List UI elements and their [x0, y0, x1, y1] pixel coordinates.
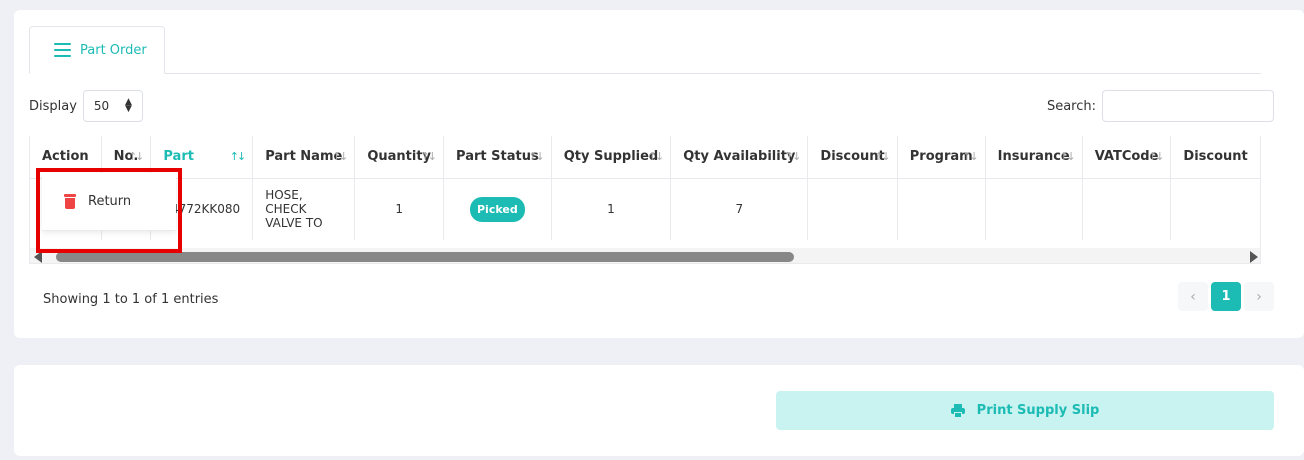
cell-qty-availability: 7 [670, 178, 809, 240]
highlight-box [36, 168, 182, 253]
search-label: Search: [1046, 98, 1096, 114]
cell-quantity: 1 [354, 178, 445, 240]
parts-table-wrapper: Action No. ↑↓ Part ↑↓ Part Name ↑↓ Quantity… [29, 136, 1261, 264]
sort-arrows-icon: ↑↓ [331, 150, 349, 163]
search-control: Search: [1047, 90, 1274, 122]
printer-icon [950, 403, 965, 418]
column-header-program[interactable]: Program ↑↓ [897, 136, 986, 179]
column-header-discount-2[interactable]: Discount [1170, 136, 1260, 179]
pagination: ‹ 1 › [1178, 282, 1274, 311]
sort-arrows-icon: ↑↓ [874, 150, 891, 163]
scroll-thumb[interactable] [56, 252, 794, 262]
select-arrows-icon: ▲ ▼ [125, 97, 132, 114]
tab-part-order-label: Part Order [80, 42, 147, 58]
cell-discount-2 [1170, 178, 1260, 240]
menu-lines-icon [54, 43, 71, 57]
display-length-control: Display 50 ▲ ▼ [29, 90, 143, 122]
pagination-page-1[interactable]: 1 [1211, 282, 1241, 311]
cell-qty-supplied: 1 [551, 178, 672, 240]
sort-arrows-icon: ↑↓ [229, 150, 247, 163]
sort-arrows-icon: ↑↓ [647, 150, 665, 163]
sort-arrows-icon: ↑↓ [1059, 150, 1076, 163]
print-supply-slip-label: Print Supply Slip [976, 403, 1100, 418]
table-header-row: Action No. ↑↓ Part ↑↓ Part Name ↑↓ Quantity… [30, 136, 1260, 179]
column-header-quantity[interactable]: Quantity ↑↓ [354, 136, 445, 179]
column-header-qty-supplied[interactable]: Qty Supplied ↑↓ [551, 136, 672, 179]
cell-part-status: Picked [443, 178, 552, 240]
sort-arrows-icon: ↑↓ [420, 150, 438, 163]
sort-arrows-icon: ↑↓ [784, 150, 802, 163]
entries-info: Showing 1 to 1 of 1 entries [43, 292, 219, 307]
cell-discount [807, 178, 898, 240]
column-header-discount[interactable]: Discount ↑↓ [807, 136, 898, 179]
parts-table: Action No. ↑↓ Part ↑↓ Part Name ↑↓ Quantity… [30, 136, 1260, 240]
tab-part-order[interactable]: Part Order [29, 26, 165, 74]
display-length-value: 50 [93, 99, 110, 113]
cell-part-name: HOSE, CHECK VALVE TO [252, 178, 356, 240]
column-header-part-status[interactable]: Part Status ↑↓ [443, 136, 552, 179]
column-header-qty-availability[interactable]: Qty Availability ↑↓ [670, 136, 809, 179]
table-row: 1 44772KK080 HOSE, CHECK VALVE TO 1 Pick… [30, 178, 1260, 240]
cell-insurance [985, 178, 1083, 240]
column-header-vatcode[interactable]: VATCode ↑↓ [1082, 136, 1172, 179]
pagination-prev-button[interactable]: ‹ [1178, 282, 1208, 311]
display-label: Display [29, 98, 77, 114]
cell-vatcode [1082, 178, 1172, 240]
display-length-select[interactable]: 50 ▲ ▼ [82, 90, 143, 122]
print-supply-slip-button[interactable]: Print Supply Slip [776, 391, 1274, 430]
pagination-next-button[interactable]: › [1244, 282, 1274, 311]
cell-program [897, 178, 986, 240]
column-header-insurance[interactable]: Insurance ↑↓ [985, 136, 1083, 179]
horizontal-scrollbar[interactable] [30, 248, 1260, 263]
sort-arrows-icon: ↑↓ [528, 150, 545, 163]
sort-arrows-icon: ↑↓ [127, 150, 145, 163]
column-header-part-name[interactable]: Part Name ↑↓ [252, 136, 356, 179]
tab-bar: Part Order [29, 26, 1261, 74]
status-badge: Picked [470, 196, 525, 222]
sort-arrows-icon: ↑↓ [962, 150, 979, 163]
sort-arrows-icon: ↑↓ [1147, 150, 1165, 163]
search-input[interactable] [1102, 90, 1274, 122]
scroll-right-arrow-icon[interactable] [1250, 251, 1258, 263]
